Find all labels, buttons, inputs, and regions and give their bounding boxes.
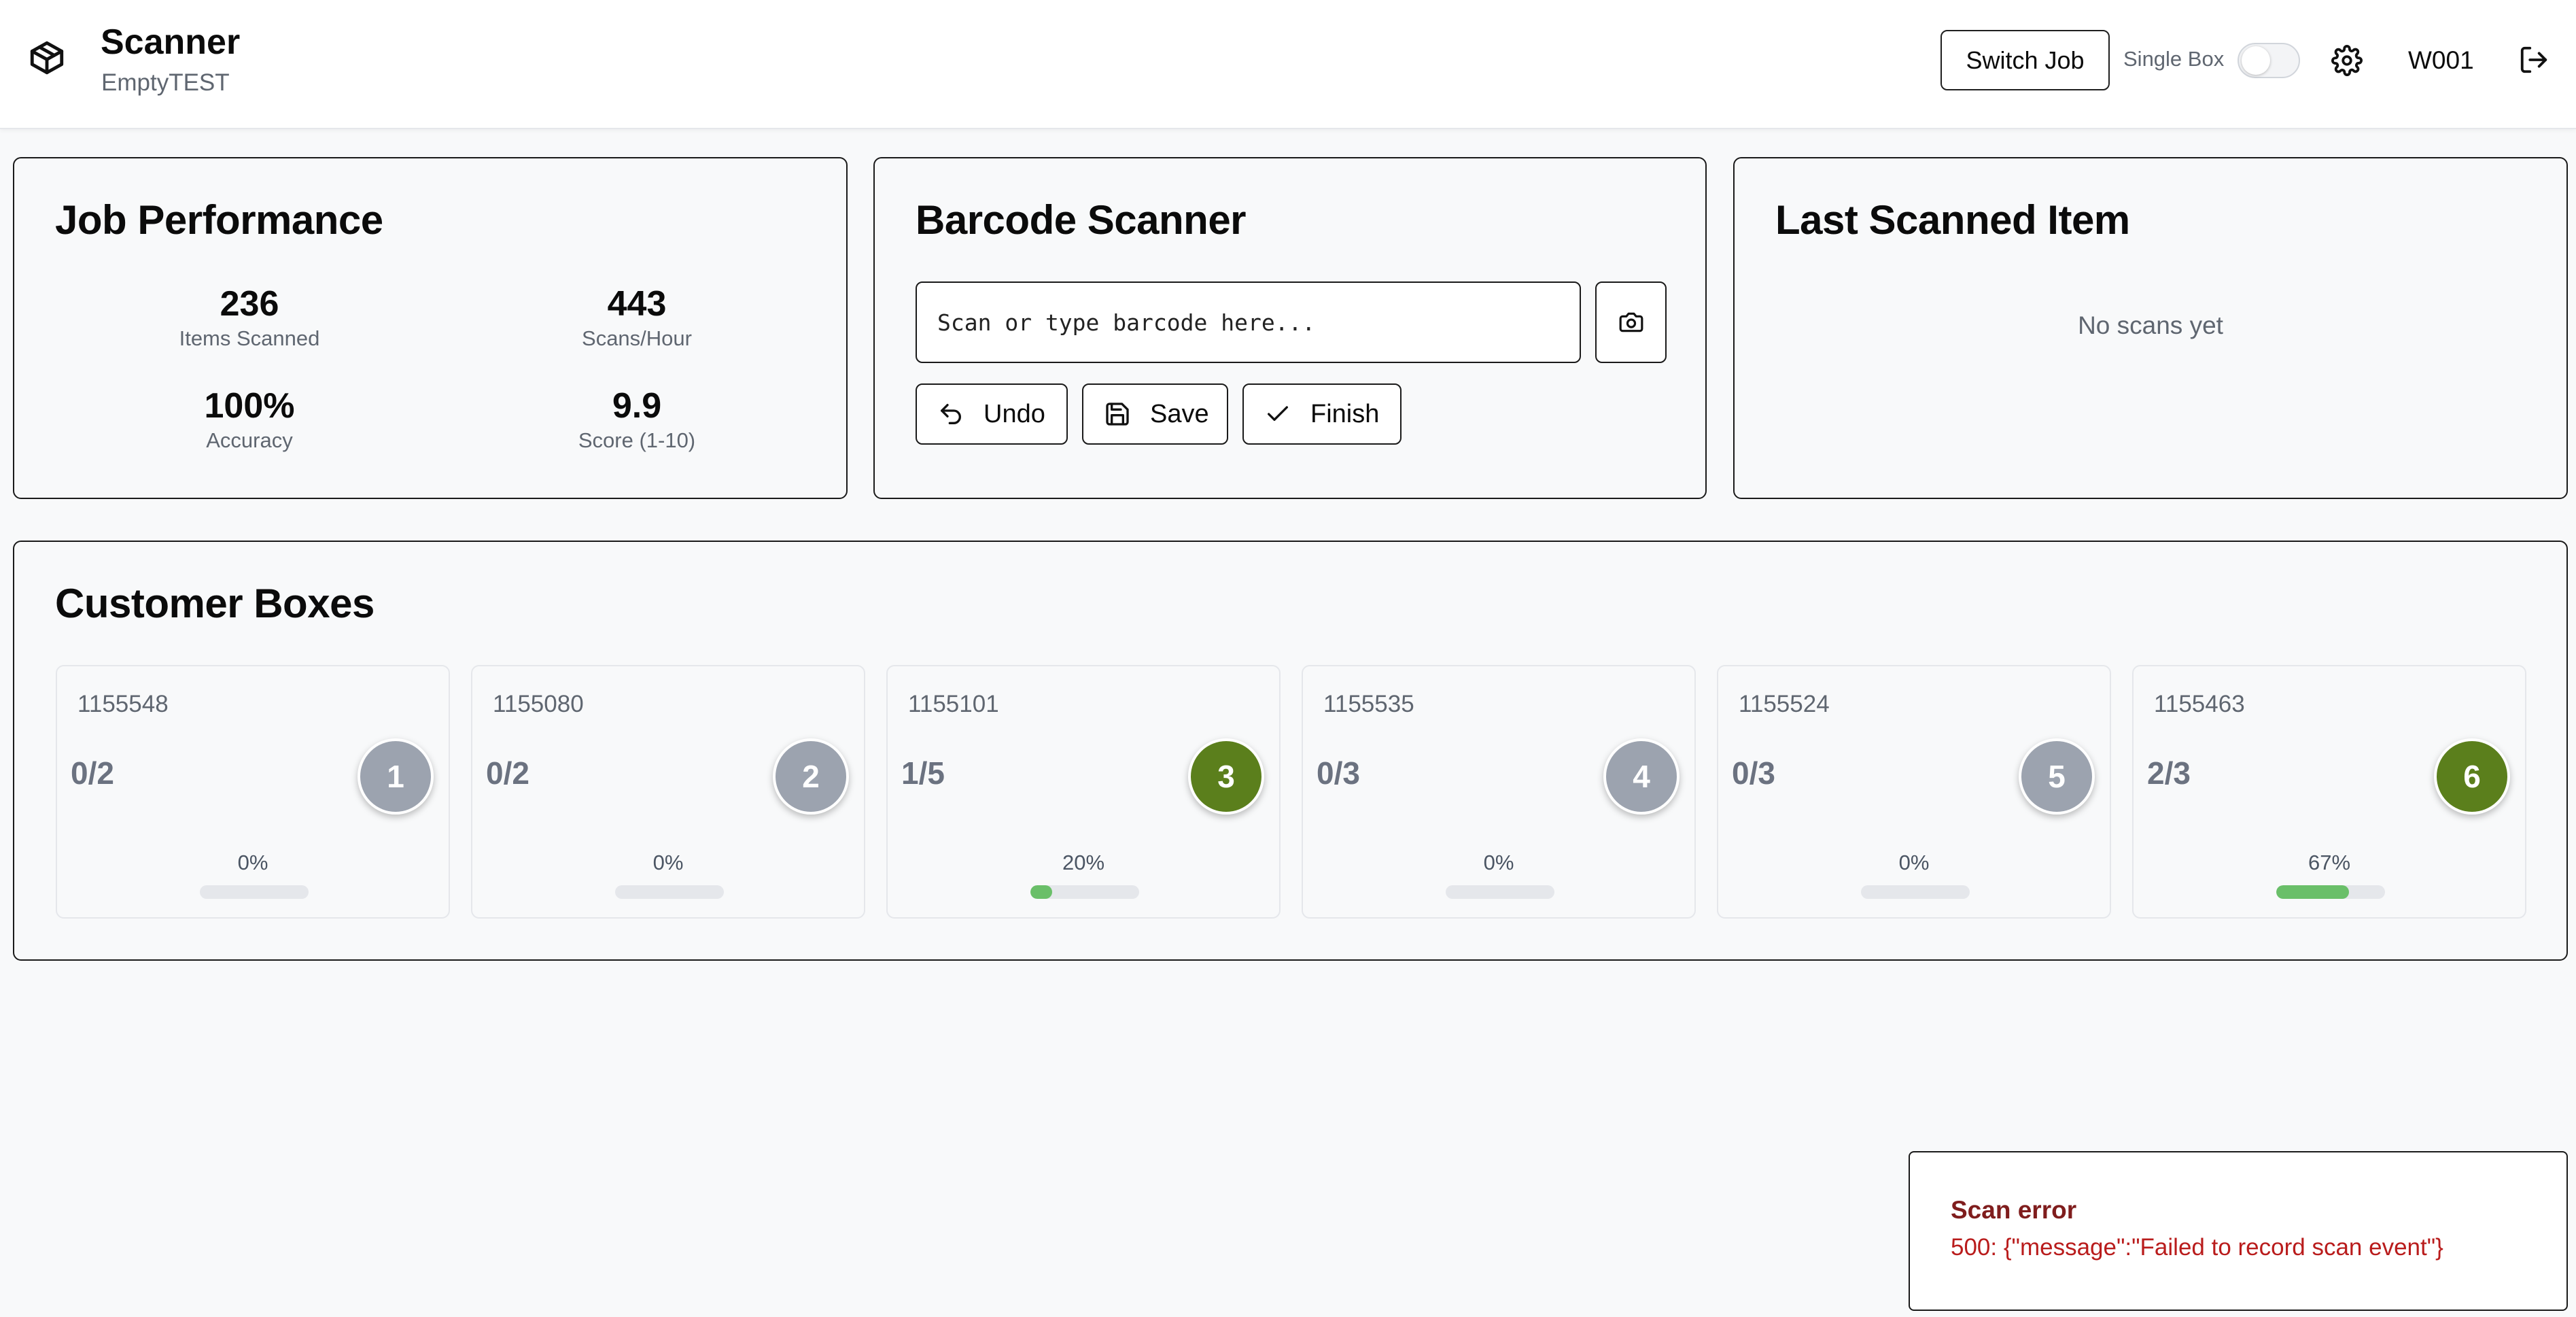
check-icon [1268, 406, 1288, 421]
box-count: 0/2 [71, 755, 114, 791]
last-scanned-title: Last Scanned Item [1775, 197, 2130, 243]
app-title: Scanner [101, 22, 241, 62]
box-progress-fill [2276, 885, 2350, 899]
barcode-scanner-title: Barcode Scanner [916, 197, 1247, 243]
save-label: Save [1150, 399, 1209, 428]
job-name: EmptyTEST [101, 69, 230, 96]
metric-accuracy: 100% Accuracy [114, 385, 385, 453]
toast-message: 500: {"message":"Failed to record scan e… [1951, 1234, 2443, 1261]
box-count: 0/2 [486, 755, 529, 791]
job-performance-title: Job Performance [55, 197, 383, 243]
box-tile[interactable]: 1155101 1/5 3 20% [886, 665, 1281, 919]
single-box-toggle[interactable] [2238, 43, 2300, 78]
gear-icon[interactable] [2331, 45, 2363, 76]
switch-job-button[interactable]: Switch Job [1940, 30, 2110, 90]
box-count: 2/3 [2147, 755, 2191, 791]
no-scans-text: No scans yet [2078, 311, 2223, 339]
metric-items-scanned: 236 Items Scanned [114, 283, 385, 351]
undo-button[interactable]: Undo [916, 383, 1068, 445]
last-scanned-card: Last Scanned Item No scans yet [1733, 157, 2568, 499]
box-progress-fill [1030, 885, 1052, 899]
box-number-badge: 4 [1603, 738, 1679, 815]
metric-value: 100% [204, 386, 295, 426]
toggle-knob [2242, 46, 2270, 75]
box-tile[interactable]: 1155463 2/3 6 67% [2132, 665, 2526, 919]
box-progress-bar [615, 885, 724, 899]
job-performance-card: Job Performance 236 Items Scanned 443 Sc… [13, 157, 848, 499]
box-tile[interactable]: 1155535 0/3 4 0% [1302, 665, 1696, 919]
box-count: 0/3 [1317, 755, 1360, 791]
box-number-badge: 6 [2434, 738, 2510, 815]
box-number-badge: 2 [773, 738, 849, 815]
app-header: Scanner EmptyTEST Switch Job Single Box … [0, 0, 2576, 129]
undo-icon [941, 404, 961, 424]
camera-icon [1619, 312, 1643, 332]
box-tile[interactable]: 1155080 0/2 2 0% [471, 665, 865, 919]
metric-scans-per-hour: 443 Scans/Hour [501, 283, 773, 351]
customer-boxes-card: Customer Boxes 1155548 0/2 1 0% 1155080 … [13, 541, 2568, 961]
metric-value: 9.9 [612, 386, 662, 426]
box-number-badge: 5 [2019, 738, 2095, 815]
finish-label: Finish [1310, 399, 1380, 428]
toast-title: Scan error [1951, 1196, 2077, 1224]
logout-icon[interactable] [2518, 44, 2549, 75]
box-number-badge: 1 [358, 738, 434, 815]
box-id: 1155535 [1323, 691, 1414, 717]
undo-label: Undo [984, 399, 1045, 428]
metric-value: 443 [607, 284, 667, 324]
box-percent: 0% [1483, 851, 1514, 874]
box-count: 0/3 [1732, 755, 1775, 791]
box-percent: 0% [652, 851, 684, 874]
box-id: 1155080 [493, 691, 584, 717]
metric-score: 9.9 Score (1-10) [501, 385, 773, 453]
metric-label: Items Scanned [179, 326, 320, 351]
box-id: 1155524 [1739, 691, 1830, 717]
metric-label: Scans/Hour [582, 326, 692, 351]
box-percent: 20% [1062, 851, 1105, 874]
box-progress-bar [1861, 885, 1970, 899]
box-progress-bar [1030, 885, 1139, 899]
metric-label: Accuracy [206, 428, 293, 453]
box-id: 1155101 [908, 691, 999, 717]
single-box-label: Single Box [2123, 47, 2225, 71]
box-id: 1155463 [2154, 691, 2245, 717]
box-id: 1155548 [77, 691, 169, 717]
box-percent: 0% [1898, 851, 1930, 874]
user-id: W001 [2408, 46, 2474, 74]
barcode-input[interactable] [916, 281, 1581, 363]
metric-value: 236 [220, 284, 279, 324]
box-count: 1/5 [901, 755, 945, 791]
box-progress-bar [1446, 885, 1554, 899]
box-tile[interactable]: 1155524 0/3 5 0% [1717, 665, 2111, 919]
package-icon [30, 41, 64, 75]
save-button[interactable]: Save [1082, 383, 1228, 445]
camera-button[interactable] [1595, 281, 1667, 363]
box-percent: 0% [237, 851, 268, 874]
metric-label: Score (1-10) [578, 428, 696, 453]
box-progress-bar [200, 885, 309, 899]
customer-boxes-title: Customer Boxes [55, 581, 375, 626]
box-percent: 67% [2308, 851, 2351, 874]
box-progress-bar [2276, 885, 2385, 899]
box-number-badge: 3 [1188, 738, 1264, 815]
error-toast[interactable]: Scan error 500: {"message":"Failed to re… [1909, 1151, 2568, 1311]
save-icon [1106, 403, 1129, 426]
box-tile[interactable]: 1155548 0/2 1 0% [56, 665, 450, 919]
barcode-scanner-card: Barcode Scanner Undo Save Finish [873, 157, 1707, 499]
finish-button[interactable]: Finish [1242, 383, 1402, 445]
